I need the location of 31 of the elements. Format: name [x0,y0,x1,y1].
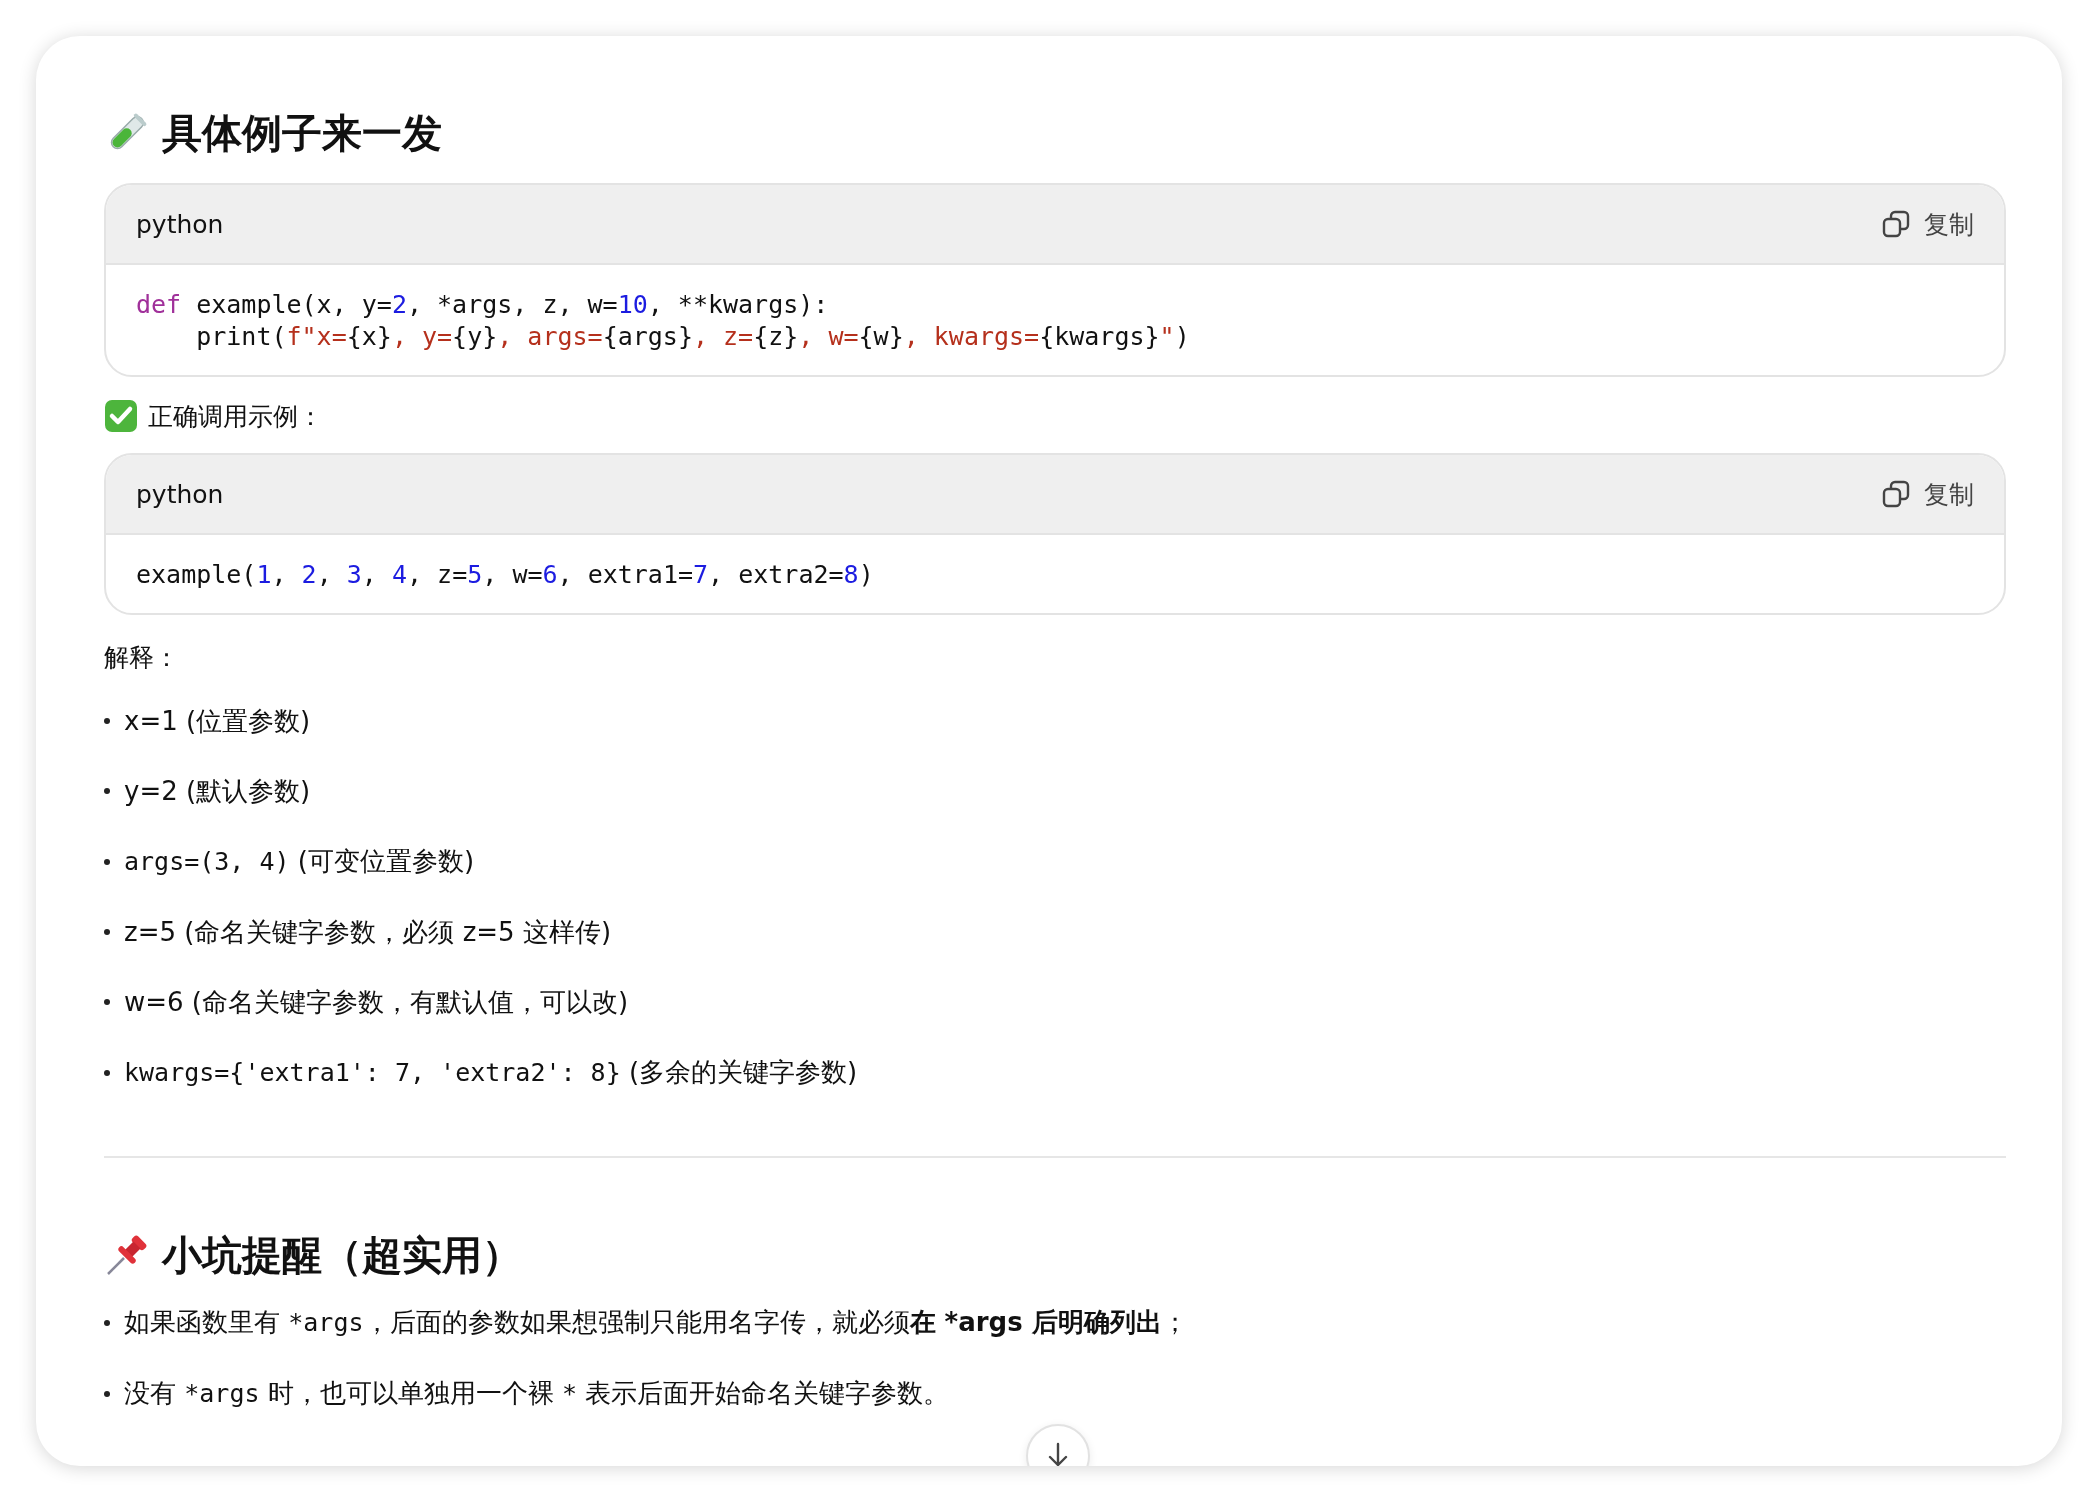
copy-icon [1882,210,1910,238]
code-line: print(f"x={x}, y={y}, args={args}, z={z}, w={w}, kwargs={kwargs}") [195,321,1191,353]
list-item-text: 没有 *args 时，也可以单独用一个裸 * 表示后面开始命名关键字参数。 [124,1377,950,1410]
bullet-dot [104,999,110,1005]
check-icon [104,399,138,433]
code-line: example(1, 2, 3, 4, z=5, w=6, extra1=7, extra2=8) [136,559,875,591]
copy-button[interactable]: 复制 [1878,473,1978,515]
code-line: def example(x, y=2, *args, z, w=10, **kwargs): [136,289,830,321]
list-item-text: z=5 (命名关键字参数，必须 z=5 这样传) [124,916,612,949]
list-item-text: args=(3, 4) (可变位置参数) [124,845,475,878]
arrow-down-icon [1047,1442,1069,1466]
list-item-text: w=6 (命名关键字参数，有默认值，可以改) [124,986,629,1019]
section-heading: 具体例子来一发 [162,109,442,158]
bullet-dot [104,929,110,935]
bullet-dot [104,1319,110,1326]
paragraph: 解释： [104,642,180,674]
list-item-text: 如果函数里有 *args，后面的参数如果想强制只能用名字传，就必须在 *args 后明确列出； [124,1306,1188,1339]
bullet-dot [104,1390,110,1397]
copy-icon [1882,480,1910,508]
list-item-text: y=2 (默认参数) [124,775,311,808]
list-item-text: kwargs={'extra1': 7, 'extra2': 8} (多余的关键字参数) [124,1056,858,1089]
language-label: python [136,209,224,239]
bullet-dot [104,718,110,724]
bullet-dot [104,1069,110,1076]
language-label: python [136,479,224,509]
bullet-dot [104,858,110,865]
bullet-dot [104,788,110,794]
check-label: 正确调用示例： [148,400,323,433]
list-item-text: x=1 (位置参数) [124,705,311,738]
copy-button[interactable]: 复制 [1878,203,1978,245]
section-heading: 小坑提醒（超实用） [162,1231,522,1280]
